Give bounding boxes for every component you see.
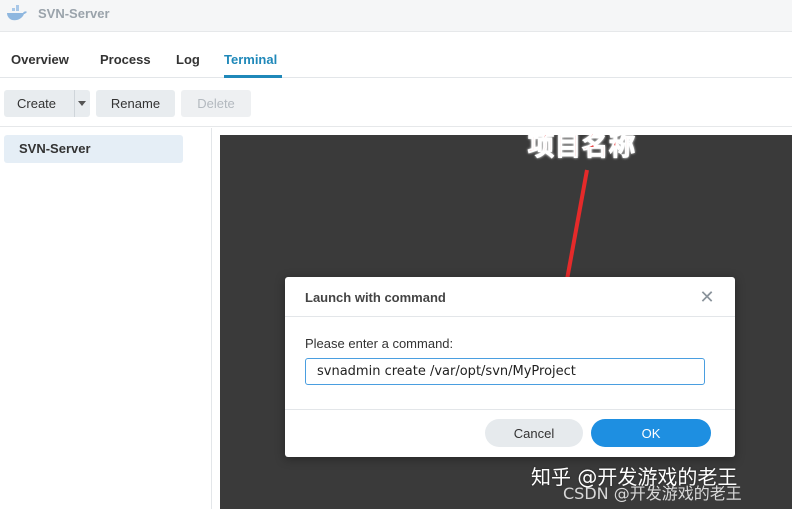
toolbar: Create Rename Delete — [0, 79, 792, 127]
command-prompt-label: Please enter a command: — [305, 336, 454, 351]
sidebar-item-svn-server[interactable]: SVN-Server — [4, 135, 183, 163]
chevron-down-icon[interactable] — [78, 101, 86, 106]
launch-command-dialog: Launch with command ✕ Please enter a com… — [285, 277, 735, 457]
title-bar: SVN-Server — [0, 0, 792, 32]
rename-button[interactable]: Rename — [96, 90, 175, 117]
csdn-watermark: CSDN @开发游戏的老王 — [563, 484, 742, 503]
tab-terminal[interactable]: Terminal — [224, 52, 277, 67]
delete-button: Delete — [181, 90, 251, 117]
dialog-divider — [285, 409, 735, 410]
container-list: SVN-Server — [0, 128, 212, 509]
tab-log[interactable]: Log — [176, 52, 200, 67]
close-icon[interactable]: ✕ — [697, 287, 717, 307]
split-divider — [74, 90, 75, 117]
tab-bar: Overview Process Log Terminal — [0, 33, 792, 78]
create-label: Create — [17, 96, 57, 111]
ok-button[interactable]: OK — [591, 419, 711, 447]
cancel-button[interactable]: Cancel — [485, 419, 583, 447]
dialog-header: Launch with command ✕ — [285, 277, 735, 317]
docker-whale-icon — [7, 5, 27, 21]
app-title: SVN-Server — [38, 6, 110, 21]
active-tab-indicator — [224, 75, 282, 78]
tab-process[interactable]: Process — [100, 52, 151, 67]
annotation-label: 项目名称 — [527, 132, 637, 163]
tab-overview[interactable]: Overview — [11, 52, 69, 67]
command-input[interactable] — [305, 358, 705, 385]
dialog-title: Launch with command — [305, 290, 446, 305]
